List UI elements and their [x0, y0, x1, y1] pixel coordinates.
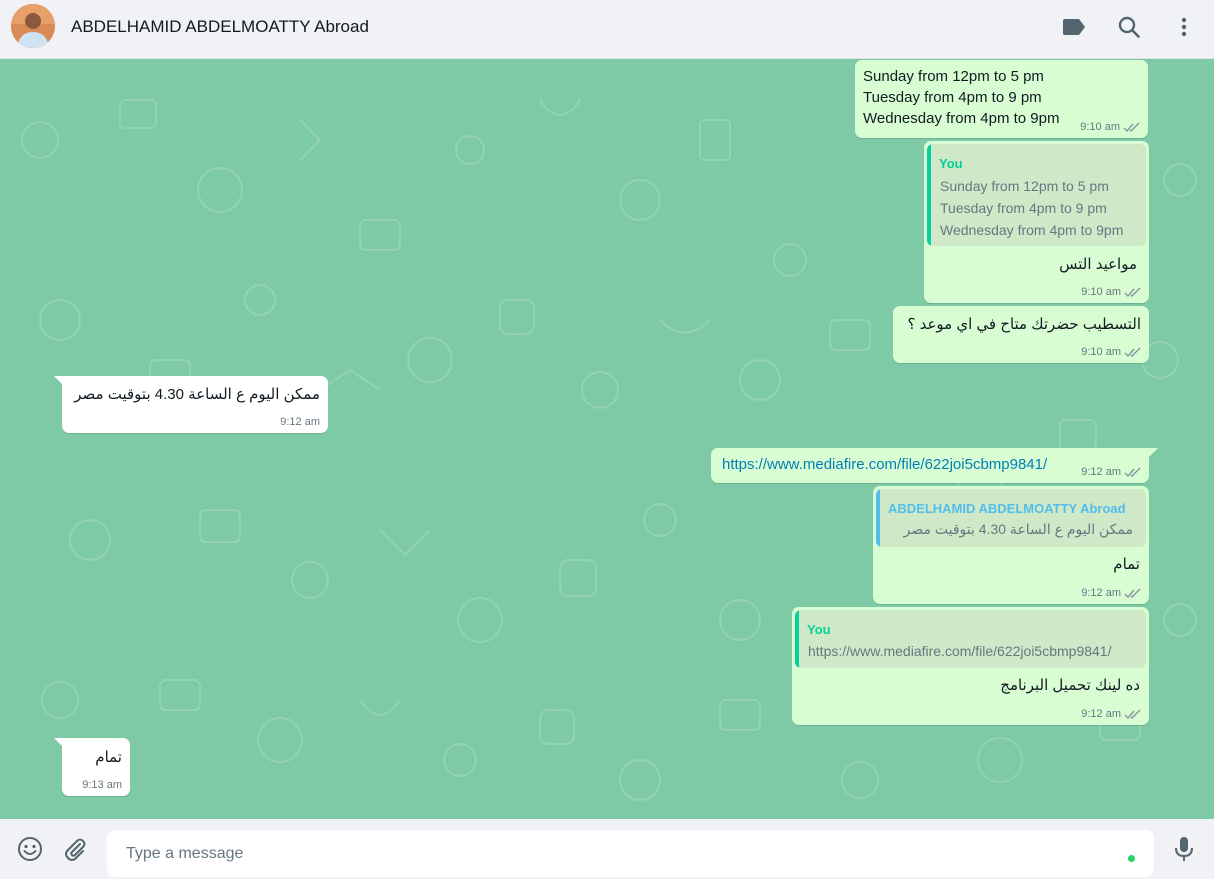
quoted-line: Tuesday from 4pm to 9 pm: [940, 200, 1107, 216]
message-list[interactable]: Sunday from 12pm to 5 pm Tuesday from 4p…: [0, 60, 1214, 819]
quoted-line: Wednesday from 4pm to 9pm: [940, 222, 1124, 238]
quoted-author: You: [807, 622, 831, 637]
read-ticks-icon: [1124, 588, 1141, 599]
quoted-message[interactable]: ABDELHAMID ABDELMOATTY Abroad ممكن اليوم…: [876, 489, 1146, 547]
quoted-author: You: [939, 156, 963, 171]
read-ticks-icon: [1124, 467, 1141, 478]
message-time: 9:10 am: [1080, 121, 1120, 133]
microphone-icon[interactable]: [1171, 836, 1197, 862]
quoted-text: https://www.mediafire.com/file/622joi5cb…: [808, 643, 1112, 659]
attach-icon[interactable]: [62, 836, 88, 862]
bubble-tail: [1148, 448, 1158, 458]
message-text: تمام: [1113, 556, 1140, 573]
message-bubble-outgoing[interactable]: You https://www.mediafire.com/file/622jo…: [792, 607, 1149, 725]
message-bubble-outgoing[interactable]: ABDELHAMID ABDELMOATTY Abroad ممكن اليوم…: [873, 486, 1149, 604]
read-ticks-icon: [1124, 287, 1141, 298]
read-ticks-icon: [1124, 709, 1141, 720]
quoted-author: ABDELHAMID ABDELMOATTY Abroad: [888, 501, 1126, 516]
message-input-wrapper: [107, 830, 1154, 877]
message-text: التسطيب حضرتك متاح في اي موعد ؟: [907, 316, 1141, 333]
message-text: ده لينك تحميل البرنامج: [1000, 677, 1140, 694]
read-ticks-icon: [1124, 347, 1141, 358]
quoted-message[interactable]: You Sunday from 12pm to 5 pm Tuesday fro…: [927, 144, 1146, 246]
message-time: 9:12 am: [280, 416, 320, 428]
avatar-image: [11, 4, 55, 48]
status-dot: [1128, 855, 1135, 862]
contact-name[interactable]: ABDELHAMID ABDELMOATTY Abroad: [71, 17, 369, 37]
emoji-icon[interactable]: [17, 836, 43, 862]
message-bubble-incoming[interactable]: تمام 9:13 am: [62, 738, 130, 796]
message-line: Wednesday from 4pm to 9pm: [863, 110, 1060, 127]
message-link[interactable]: https://www.mediafire.com/file/622joi5cb…: [722, 454, 1047, 475]
contact-avatar[interactable]: [11, 4, 55, 48]
message-line: Sunday from 12pm to 5 pm: [863, 68, 1044, 85]
message-time: 9:12 am: [1081, 708, 1121, 720]
message-bubble-incoming[interactable]: ممكن اليوم ع الساعة 4.30 بتوقيت مصر 9:12…: [62, 376, 328, 433]
message-bubble-outgoing[interactable]: Sunday from 12pm to 5 pm Tuesday from 4p…: [855, 60, 1148, 138]
quoted-line: Sunday from 12pm to 5 pm: [940, 178, 1109, 194]
message-time: 9:12 am: [1081, 587, 1121, 599]
message-time: 9:10 am: [1081, 346, 1121, 358]
message-line: Tuesday from 4pm to 9 pm: [863, 89, 1042, 106]
message-input[interactable]: [107, 830, 1154, 877]
search-icon[interactable]: [1116, 14, 1142, 40]
message-composer: [0, 819, 1214, 879]
read-ticks-icon: [1123, 122, 1140, 133]
message-time: 9:10 am: [1081, 286, 1121, 298]
message-bubble-outgoing[interactable]: التسطيب حضرتك متاح في اي موعد ؟ 9:10 am: [893, 306, 1149, 363]
message-time: 9:12 am: [1081, 466, 1121, 478]
quoted-text: ممكن اليوم ع الساعة 4.30 بتوقيت مصر: [903, 521, 1133, 537]
message-text: مواعيد التس: [1059, 256, 1137, 273]
quoted-message[interactable]: You https://www.mediafire.com/file/622jo…: [795, 610, 1146, 668]
label-icon[interactable]: [1062, 14, 1088, 40]
message-text: ممكن اليوم ع الساعة 4.30 بتوقيت مصر: [74, 386, 320, 403]
message-bubble-outgoing[interactable]: https://www.mediafire.com/file/622joi5cb…: [711, 448, 1149, 483]
menu-dots-icon[interactable]: [1171, 14, 1197, 40]
message-bubble-outgoing[interactable]: You Sunday from 12pm to 5 pm Tuesday fro…: [924, 141, 1149, 303]
chat-header: ABDELHAMID ABDELMOATTY Abroad: [0, 0, 1214, 59]
message-time: 9:13 am: [82, 779, 122, 791]
message-text: تمام: [95, 749, 122, 766]
